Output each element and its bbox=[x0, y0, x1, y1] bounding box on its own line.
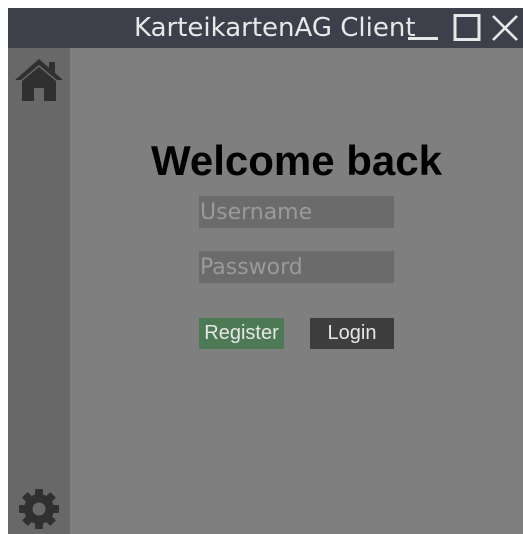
home-icon[interactable] bbox=[14, 57, 64, 103]
minimize-icon bbox=[408, 37, 438, 40]
minimize-button[interactable] bbox=[406, 12, 440, 44]
title-bar[interactable]: KarteikartenAG Client bbox=[8, 8, 523, 48]
window-title: KarteikartenAG Client bbox=[134, 13, 416, 43]
sidebar bbox=[8, 48, 70, 534]
page-title: Welcome back bbox=[150, 137, 443, 184]
register-button[interactable]: Register bbox=[199, 318, 284, 349]
app-window: KarteikartenAG Client Welcome back Usern… bbox=[8, 8, 523, 534]
gear-icon[interactable] bbox=[18, 488, 60, 530]
login-button[interactable]: Login bbox=[310, 318, 394, 349]
maximize-icon bbox=[453, 14, 481, 41]
username-input[interactable] bbox=[199, 196, 394, 228]
login-panel: Welcome back Register Login bbox=[70, 48, 523, 534]
close-icon bbox=[492, 15, 518, 41]
maximize-button[interactable] bbox=[450, 12, 484, 44]
password-input[interactable] bbox=[199, 251, 394, 283]
close-button[interactable] bbox=[488, 12, 522, 44]
